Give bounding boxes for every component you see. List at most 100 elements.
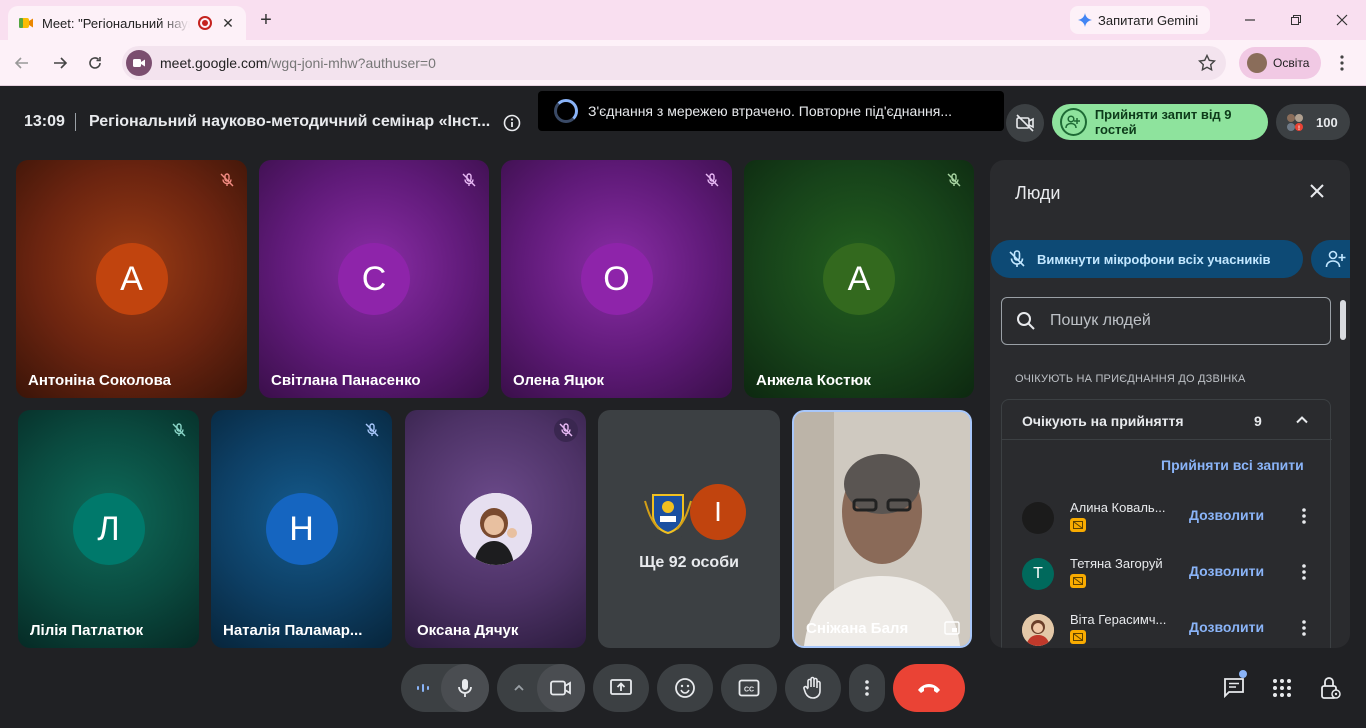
participant-name: Лілія Патлатюк — [30, 622, 144, 639]
profile-button[interactable]: Освіта — [1239, 47, 1321, 79]
browser-tab[interactable]: Meet: "Регіональний науко ✕ — [8, 6, 246, 40]
admit-guests-button[interactable]: Прийняти запит від 9 гостей — [1052, 104, 1268, 140]
participant-tile[interactable]: Н Наталія Паламар... — [211, 410, 392, 648]
mic-off-icon — [360, 418, 384, 442]
panel-scrollbar[interactable] — [1340, 300, 1346, 340]
waiting-count: 9 — [1254, 413, 1262, 429]
svg-text:CC: CC — [744, 687, 754, 694]
mic-off-icon — [700, 168, 724, 192]
info-icon[interactable] — [503, 114, 521, 132]
forward-icon[interactable] — [50, 53, 70, 73]
allow-button[interactable]: Дозволити — [1189, 563, 1264, 579]
avatar: Л — [72, 493, 145, 565]
present-button[interactable] — [593, 664, 649, 712]
gemini-button[interactable]: Запитати Gemini — [1070, 6, 1210, 34]
participant-tile[interactable]: Л Лілія Патлатюк — [18, 410, 199, 648]
mute-all-button[interactable]: Вимкнути мікрофони всіх учасників — [991, 240, 1303, 278]
person-add-icon — [1325, 249, 1347, 269]
chat-icon[interactable] — [1222, 676, 1246, 700]
tab-close-icon[interactable]: ✕ — [220, 15, 236, 31]
chevron-up-icon[interactable] — [513, 682, 525, 694]
participant-name: Антоніна Соколова — [28, 372, 171, 389]
participant-name: Сніжана Баля — [806, 620, 909, 637]
avatar: О — [580, 243, 653, 315]
raise-hand-button[interactable] — [785, 664, 841, 712]
waiting-list: Очікують на прийняття 9 Прийняти всі зап… — [1001, 399, 1332, 648]
captions-button[interactable]: CC — [721, 664, 777, 712]
person-add-icon — [1060, 108, 1087, 136]
site-info-icon[interactable] — [126, 50, 152, 76]
participant-tile[interactable]: А Антоніна Соколова — [16, 160, 247, 398]
leave-call-button[interactable] — [893, 664, 965, 712]
mute-all-label: Вимкнути мікрофони всіх учасників — [1037, 251, 1271, 267]
admit-all-button[interactable]: Прийняти всі запити — [1161, 457, 1304, 473]
mic-control[interactable] — [401, 664, 489, 712]
spinner-icon — [554, 99, 578, 123]
avatar — [640, 484, 696, 540]
reload-icon[interactable] — [85, 53, 105, 73]
chevron-up-icon[interactable] — [1294, 412, 1310, 428]
guest-badge-icon — [1070, 574, 1086, 588]
list-item: Віта Герасимч... Дозволити — [1022, 610, 1322, 648]
svg-text:!: ! — [1298, 126, 1300, 132]
more-vert-icon[interactable] — [1300, 506, 1308, 526]
allow-button[interactable]: Дозволити — [1189, 507, 1264, 523]
camera-off-button[interactable] — [1006, 104, 1044, 142]
window-close-icon[interactable] — [1332, 10, 1352, 30]
mic-off-icon — [942, 168, 966, 192]
browser-menu-icon[interactable] — [1334, 53, 1350, 73]
emoji-button[interactable] — [657, 664, 713, 712]
mic-off-icon — [554, 418, 578, 442]
people-button[interactable]: ! 100 — [1276, 104, 1350, 140]
more-options-button[interactable] — [849, 664, 885, 712]
participant-tile[interactable]: Оксана Дячук — [405, 410, 586, 648]
allow-button[interactable]: Дозволити — [1189, 619, 1264, 635]
browser-tab-strip: Meet: "Регіональний науко ✕ + Запитати G… — [0, 0, 1366, 40]
participant-tile[interactable]: А Анжела Костюк — [744, 160, 974, 398]
pip-icon[interactable] — [944, 621, 960, 635]
profile-avatar — [1247, 53, 1267, 73]
emoji-icon — [674, 677, 696, 699]
more-participants-tile[interactable]: І Ще 92 особи — [598, 410, 780, 648]
waiting-name: Алина Коваль... — [1070, 500, 1166, 515]
mic-off-icon — [215, 168, 239, 192]
participant-tile[interactable]: О Олена Яцюк — [501, 160, 732, 398]
address-bar[interactable]: meet.google.com/wgq-joni-mhw?authuser=0 — [122, 46, 1226, 80]
waiting-header[interactable]: Очікують на прийняття — [1022, 413, 1184, 429]
host-controls-icon[interactable] — [1318, 676, 1342, 700]
camera-control[interactable] — [497, 664, 585, 712]
participant-tile[interactable]: С Світлана Панасенко — [259, 160, 489, 398]
present-icon — [609, 678, 633, 698]
captions-icon: CC — [738, 679, 760, 697]
add-people-button[interactable] — [1311, 240, 1350, 278]
list-item: Алина Коваль... Дозволити — [1022, 498, 1322, 538]
mic-icon[interactable] — [441, 664, 489, 712]
more-vert-icon[interactable] — [1300, 618, 1308, 638]
more-vert-icon[interactable] — [1300, 562, 1308, 582]
self-view-tile[interactable]: Сніжана Баля — [792, 410, 972, 648]
panel-title: Люди — [1015, 183, 1061, 203]
avatar — [459, 493, 532, 565]
avatar: А — [823, 243, 895, 315]
back-icon[interactable] — [12, 53, 32, 73]
url-host: meet.google.com — [160, 55, 268, 71]
meet-favicon-icon — [18, 15, 34, 31]
close-icon[interactable] — [1306, 180, 1328, 202]
restore-icon[interactable] — [1286, 10, 1306, 30]
new-tab-button[interactable]: + — [256, 10, 276, 30]
search-input[interactable]: Пошук людей — [1001, 297, 1331, 345]
avatar: С — [338, 243, 410, 315]
meeting-title: Регіональний науково-методичний семінар … — [89, 113, 491, 130]
participant-name: Олена Яцюк — [513, 372, 605, 389]
minimize-icon[interactable] — [1240, 10, 1260, 30]
header-divider — [75, 113, 76, 131]
hand-icon — [802, 676, 824, 700]
apps-icon[interactable] — [1270, 676, 1294, 700]
search-icon — [1016, 311, 1036, 331]
camera-icon[interactable] — [537, 664, 585, 712]
gemini-label: Запитати Gemini — [1098, 12, 1199, 28]
tab-title: Meet: "Регіональний науко — [42, 15, 190, 31]
meeting-time: 13:09 — [24, 113, 65, 130]
call-end-icon — [916, 682, 942, 694]
bookmark-star-icon[interactable] — [1198, 54, 1216, 72]
